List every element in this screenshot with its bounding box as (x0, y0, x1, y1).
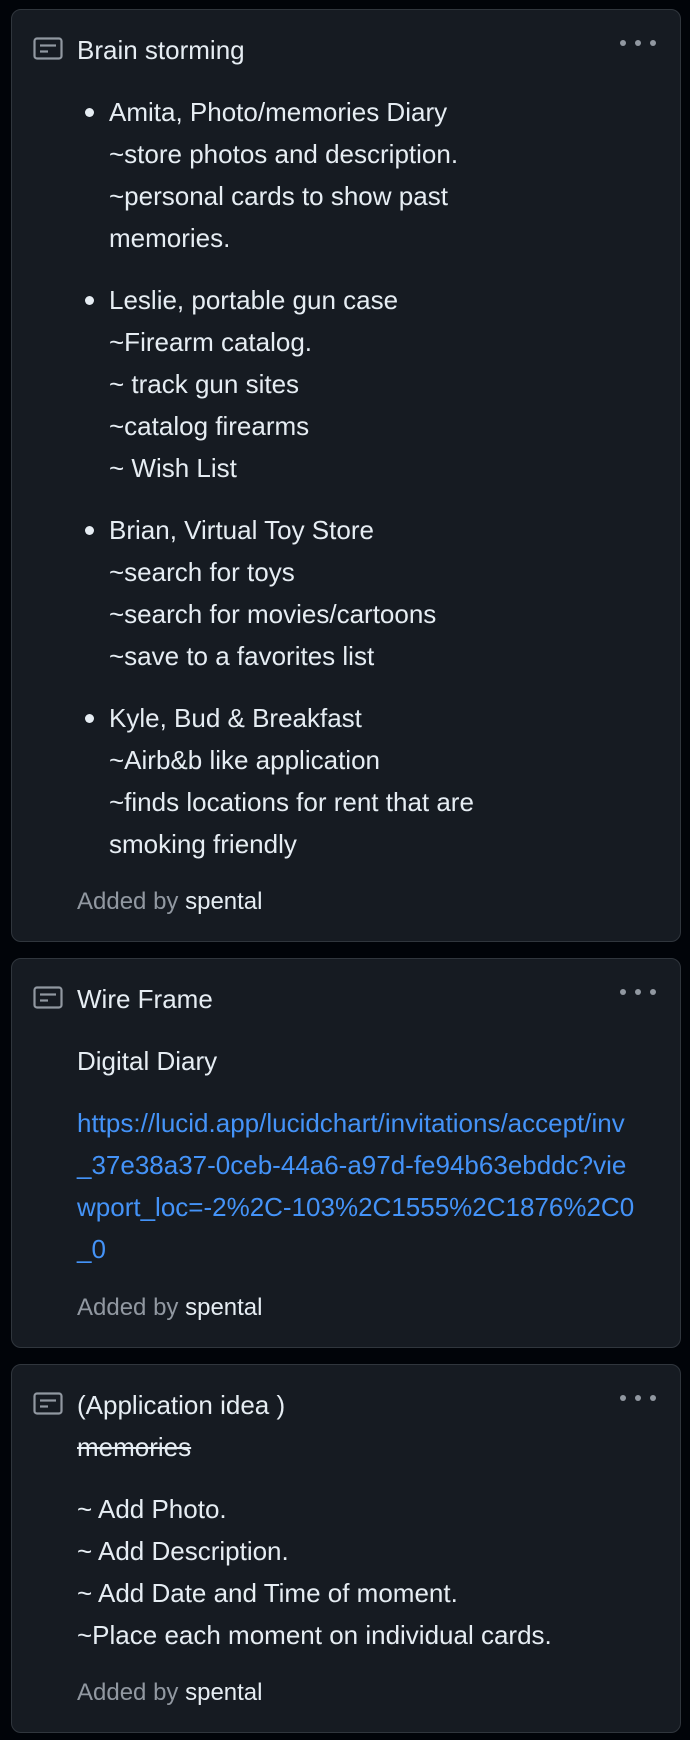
list-line: Kyle, Bud & Breakfast (109, 703, 362, 733)
kebab-horizontal-icon (620, 989, 626, 995)
kebab-horizontal-icon (620, 40, 626, 46)
list-line: Leslie, portable gun case (109, 285, 399, 315)
card-menu-button[interactable] (616, 28, 660, 58)
list-item: Amita, Photo/memories Diary ~store photo… (85, 91, 656, 259)
bullet-icon (85, 526, 94, 535)
card-menu-button[interactable] (616, 977, 660, 1007)
added-by: Added by spental (77, 1291, 262, 1325)
added-by-label: Added by (77, 1679, 179, 1706)
project-card-brain-storming[interactable]: Brain storming Amita, Photo/memories Dia… (11, 9, 681, 942)
added-by-label: Added by (77, 1294, 179, 1321)
card-title: Brain storming (77, 35, 245, 65)
list-line: ~save to a favorites list (109, 641, 375, 671)
card-line: ~ Add Date and Time of moment. (77, 1578, 458, 1608)
added-by: Added by spental (77, 1676, 262, 1710)
struck-text: memories (77, 1432, 192, 1462)
list-line: ~ Wish List (109, 453, 237, 483)
menu-dot (635, 40, 641, 46)
card-line: ~ Add Description. (77, 1536, 289, 1566)
card-body: Amita, Photo/memories Diary ~store photo… (77, 91, 656, 885)
card-line: ~ Add Photo. (77, 1494, 227, 1524)
list-line: ~Airb&b like application (109, 745, 380, 775)
list-line: ~catalog firearms (109, 411, 310, 441)
added-by-user[interactable]: spental (185, 1294, 262, 1321)
wireframe-link[interactable]: https://lucid.app/lucidchart/invitations… (77, 1102, 637, 1270)
added-by-label: Added by (77, 888, 179, 915)
bullet-icon (85, 296, 94, 305)
list-item: Kyle, Bud & Breakfast ~Airb&b like appli… (85, 697, 656, 865)
project-card-wire-frame[interactable]: Wire Frame Digital Diary https://lucid.a… (11, 958, 681, 1348)
list-line: smoking friendly (109, 829, 297, 859)
menu-dot (635, 1395, 641, 1401)
list-line: ~search for movies/cartoons (109, 599, 437, 629)
list-line: ~store photos and description. (109, 139, 459, 169)
list-line: Amita, Photo/memories Diary (109, 97, 448, 127)
card-title: (Application idea ) (77, 1390, 286, 1420)
card-line: ~Place each moment on individual cards. (77, 1620, 552, 1650)
list-line: Brian, Virtual Toy Store (109, 515, 374, 545)
note-icon (33, 37, 63, 60)
menu-dot (650, 40, 656, 46)
idea-list: Amita, Photo/memories Diary ~store photo… (77, 91, 656, 865)
project-card-application-idea[interactable]: (Application idea ) memories ~ Add Photo… (11, 1364, 681, 1733)
added-by-user[interactable]: spental (185, 888, 262, 915)
added-by: Added by spental (77, 885, 262, 919)
list-line: ~search for toys (109, 557, 295, 587)
list-item: Leslie, portable gun case ~Firearm catal… (85, 279, 656, 489)
card-text: Digital Diary (77, 1046, 218, 1076)
menu-dot (650, 1395, 656, 1401)
list-line: ~ track gun sites (109, 369, 300, 399)
bullet-icon (85, 714, 94, 723)
card-body: ~ Add Photo. ~ Add Description. ~ Add Da… (77, 1488, 656, 1656)
note-icon (33, 986, 63, 1009)
menu-dot (635, 989, 641, 995)
note-icon (33, 1392, 63, 1415)
list-line: ~personal cards to show past (109, 181, 448, 211)
card-menu-button[interactable] (616, 1383, 660, 1413)
list-line: memories. (109, 223, 231, 253)
menu-dot (650, 989, 656, 995)
list-line: ~finds locations for rent that are (109, 787, 474, 817)
added-by-user[interactable]: spental (185, 1679, 262, 1706)
card-title: Wire Frame (77, 984, 213, 1014)
kebab-horizontal-icon (620, 1395, 626, 1401)
card-body: Digital Diary https://lucid.app/lucidcha… (77, 1040, 656, 1270)
list-line: ~Firearm catalog. (109, 327, 313, 357)
list-item: Brian, Virtual Toy Store ~search for toy… (85, 509, 656, 677)
bullet-icon (85, 108, 94, 117)
